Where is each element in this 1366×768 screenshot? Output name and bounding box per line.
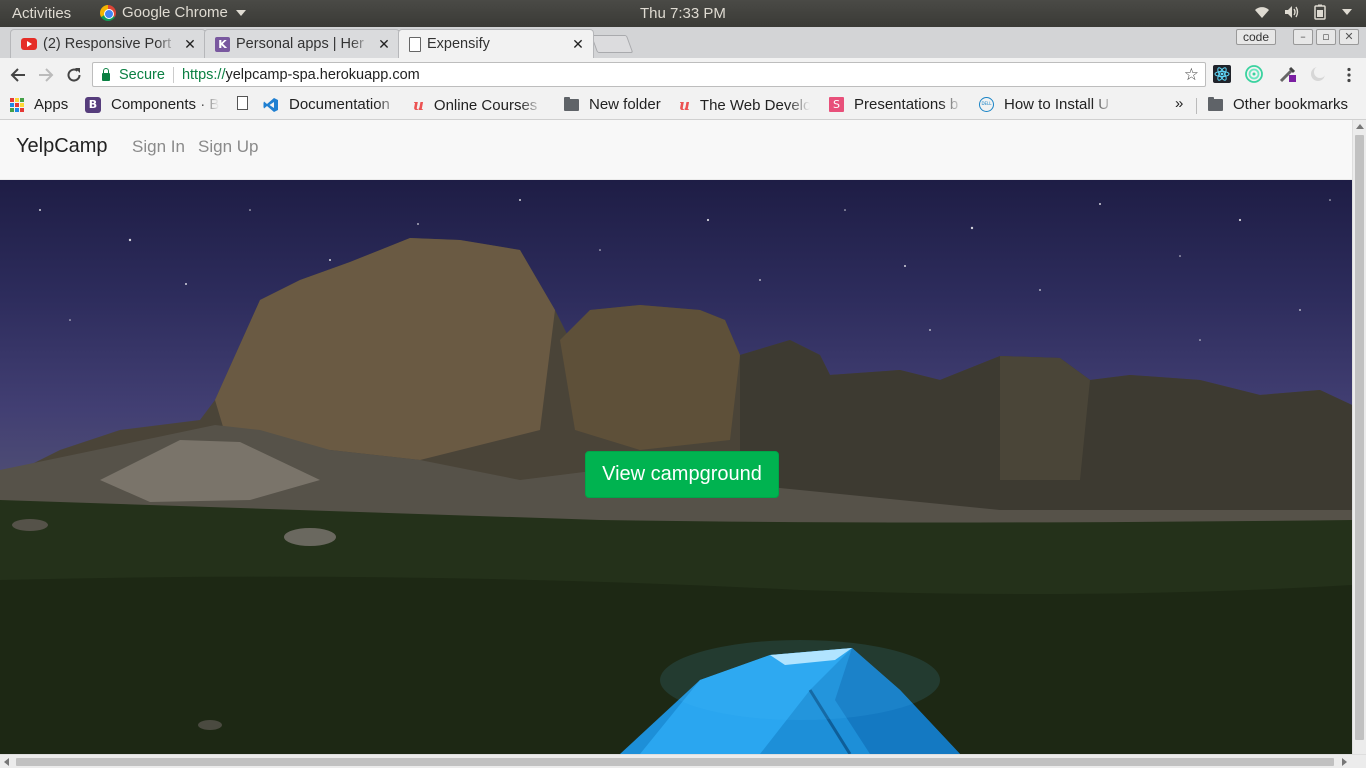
reload-button[interactable] (63, 64, 85, 86)
apps-grid-icon (10, 97, 24, 112)
forward-button[interactable] (35, 64, 57, 86)
site-navbar: YelpCamp Sign In Sign Up (0, 120, 1352, 180)
maximize-button[interactable]: ▫ (1316, 29, 1337, 45)
hero-background-image: View campground (0, 180, 1352, 754)
bootstrap-icon: B (85, 96, 101, 113)
back-button[interactable] (7, 64, 29, 86)
browser-toolbar: Secure https:// yelpcamp-spa.herokuapp.c… (0, 58, 1366, 91)
extension-moon-icon[interactable] (1309, 65, 1327, 83)
folder-icon (564, 96, 579, 111)
bookmark-label: New folder (589, 96, 661, 113)
scrollbar-thumb[interactable] (1355, 135, 1364, 740)
profile-button[interactable]: code (1236, 29, 1277, 45)
system-top-bar: Activities Google Chrome Thu 7:33 PM (0, 0, 1366, 27)
scroll-right-icon[interactable] (1342, 758, 1347, 766)
tab-strip: (2) Responsive Port ✕ K Personal apps | … (0, 27, 1366, 58)
bookmark-label: Presentations b (854, 96, 959, 113)
minimize-button[interactable]: – (1293, 29, 1314, 45)
app-menu[interactable]: Google Chrome (100, 4, 246, 21)
bookmark-untitled-page[interactable] (237, 96, 248, 110)
chevron-down-icon (235, 9, 246, 16)
volume-icon (1285, 6, 1299, 18)
divider (1196, 98, 1197, 114)
battery-icon (1314, 4, 1326, 20)
dell-icon: DELL (979, 97, 994, 112)
bookmark-label: How to Install U (1004, 96, 1110, 113)
bookmark-presentations[interactable]: S Presentations b (829, 96, 962, 113)
extension-target-icon[interactable] (1245, 65, 1263, 83)
bookmark-label: Documentation (289, 96, 390, 113)
bookmarks-overflow-button[interactable]: » (1175, 95, 1183, 112)
document-icon (237, 96, 248, 110)
bookmark-label: Apps (34, 96, 69, 113)
window-controls: code – ▫ ✕ (1236, 29, 1360, 45)
chrome-menu-button[interactable] (1338, 64, 1360, 86)
tab-title: (2) Responsive Port (43, 36, 172, 52)
react-devtools-icon[interactable] (1213, 65, 1231, 83)
udemy-icon: u (413, 96, 424, 114)
slides-icon: S (829, 97, 844, 112)
sign-up-link[interactable]: Sign Up (198, 137, 258, 157)
folder-icon (1208, 96, 1223, 111)
reload-icon (67, 68, 81, 82)
arrow-left-icon (10, 68, 25, 82)
app-menu-label: Google Chrome (122, 4, 228, 21)
url-scheme[interactable]: https:// (182, 67, 226, 83)
close-icon[interactable]: ✕ (183, 36, 197, 53)
bookmark-star-icon[interactable]: ☆ (1184, 65, 1199, 85)
scrollbar-thumb[interactable] (16, 758, 1334, 766)
bookmark-components[interactable]: B Components · B (85, 96, 219, 113)
close-icon[interactable]: ✕ (377, 36, 391, 53)
youtube-icon (21, 38, 37, 50)
sign-in-link[interactable]: Sign In (132, 137, 185, 157)
bookmark-label: Components · B (111, 96, 219, 113)
page-viewport: YelpCamp Sign In Sign Up View campground (0, 120, 1352, 754)
tab-title: Expensify (427, 36, 490, 52)
secure-label[interactable]: Secure (119, 67, 165, 83)
new-tab-button[interactable] (590, 35, 634, 53)
arrow-right-icon (39, 68, 54, 82)
address-bar[interactable]: Secure https:// yelpcamp-spa.herokuapp.c… (92, 62, 1206, 87)
system-status-menu[interactable] (1254, 4, 1352, 20)
vertical-scrollbar[interactable] (1352, 120, 1366, 754)
close-window-button[interactable]: ✕ (1339, 29, 1360, 45)
colorpick-eyedropper-icon[interactable] (1279, 65, 1297, 83)
tab-expensify[interactable]: Expensify ✕ (398, 29, 594, 58)
scroll-up-icon[interactable] (1356, 124, 1364, 129)
divider (172, 66, 174, 83)
horizontal-scrollbar[interactable] (0, 754, 1366, 768)
vscode-icon (263, 97, 278, 112)
document-icon (409, 36, 421, 52)
bookmarks-bar: Apps B Components · B Documentation u On… (0, 91, 1366, 120)
system-clock[interactable]: Thu 7:33 PM (640, 5, 726, 22)
view-campground-button[interactable]: View campground (585, 451, 779, 498)
activities-button[interactable]: Activities (12, 5, 71, 22)
tab-title: Personal apps | Her (236, 36, 364, 52)
bookmark-online-courses[interactable]: u Online Courses (413, 96, 542, 114)
bookmark-new-folder[interactable]: New folder (564, 96, 661, 113)
close-icon[interactable]: ✕ (571, 36, 585, 53)
bookmark-label: The Web Develo (699, 96, 810, 114)
bookmark-label: Other bookmarks (1233, 96, 1349, 113)
tab-personal-apps[interactable]: K Personal apps | Her ✕ (204, 29, 400, 58)
udemy-icon: u (679, 96, 690, 114)
bookmark-web-developer[interactable]: u The Web Develo (679, 96, 810, 114)
chevron-down-icon (1342, 9, 1352, 15)
heroku-icon: K (215, 36, 230, 52)
bookmark-label: Online Courses (433, 96, 538, 114)
other-bookmarks[interactable]: Other bookmarks (1208, 96, 1348, 113)
scroll-left-icon[interactable] (4, 758, 9, 766)
bookmark-documentation[interactable]: Documentation (263, 96, 399, 113)
tab-responsive-portfolio[interactable]: (2) Responsive Port ✕ (10, 29, 206, 58)
bookmark-apps[interactable]: Apps (10, 96, 68, 113)
site-brand[interactable]: YelpCamp (16, 135, 108, 158)
wifi-icon (1255, 7, 1269, 18)
url-host[interactable]: yelpcamp-spa.herokuapp.com (225, 67, 419, 83)
chrome-icon (100, 4, 116, 21)
lock-icon[interactable] (102, 67, 110, 81)
more-vert-icon (1347, 67, 1351, 83)
bookmark-how-to-install[interactable]: DELL How to Install U (979, 96, 1114, 113)
